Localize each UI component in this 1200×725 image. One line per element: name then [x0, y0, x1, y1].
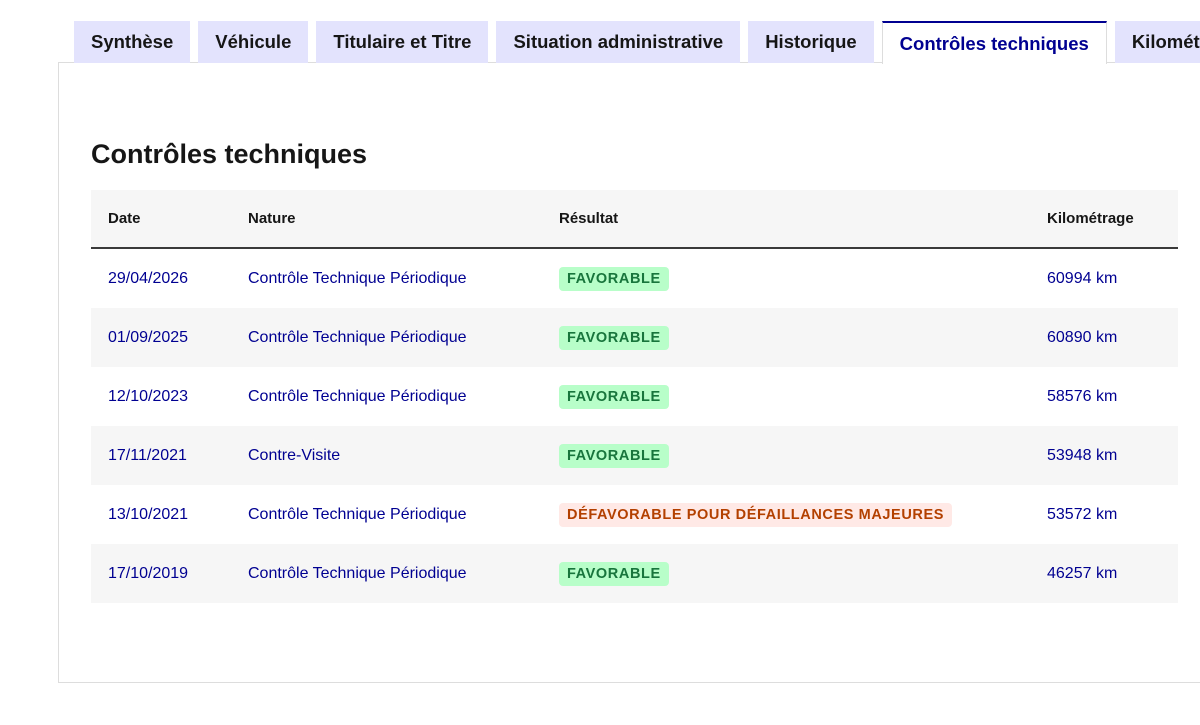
cell-kilometrage: 60890 km: [1047, 328, 1118, 346]
cell-result: DÉFAVORABLE POUR DÉFAILLANCES MAJEURES: [559, 485, 953, 544]
cell-result: FAVORABLE: [559, 367, 669, 426]
section-title: Contrôles techniques: [91, 139, 368, 169]
cell-date: 17/10/2019: [108, 564, 189, 582]
status-badge: FAVORABLE: [559, 384, 669, 409]
cell-date: 13/10/2021: [108, 505, 189, 523]
cell-nature: Contrôle Technique Périodique: [248, 269, 467, 287]
cell-nature: Contrôle Technique Périodique: [248, 505, 467, 523]
tab-synthese[interactable]: Synthèse: [74, 21, 191, 63]
controls-table: Date Nature Résultat Kilométrage 29/04/2…: [91, 190, 1178, 603]
status-badge: FAVORABLE: [559, 325, 669, 350]
cell-date: 01/09/2025: [108, 328, 189, 346]
table-row: 17/11/2021 Contre-Visite FAVORABLE 53948…: [91, 426, 1178, 485]
cell-kilometrage: 53572 km: [1047, 505, 1118, 523]
tab-vehicule[interactable]: Véhicule: [198, 21, 309, 63]
status-badge: FAVORABLE: [559, 266, 669, 291]
cell-kilometrage: 60994 km: [1047, 269, 1118, 287]
table-row: 13/10/2021 Contrôle Technique Périodique…: [91, 485, 1178, 544]
tab-historique[interactable]: Historique: [748, 21, 874, 63]
cell-date: 17/11/2021: [108, 446, 187, 464]
header-kilometrage: Kilométrage: [1047, 210, 1134, 227]
status-badge: FAVORABLE: [559, 443, 669, 468]
cell-result: FAVORABLE: [559, 544, 669, 603]
cell-nature: Contrôle Technique Périodique: [248, 564, 467, 582]
table-header: Date Nature Résultat Kilométrage: [91, 190, 1178, 249]
tab-titulaire-et-titre[interactable]: Titulaire et Titre: [316, 21, 489, 63]
cell-date: 29/04/2026: [108, 269, 189, 287]
cell-result: FAVORABLE: [559, 426, 669, 485]
table-row: 12/10/2023 Contrôle Technique Périodique…: [91, 367, 1178, 426]
header-result: Résultat: [559, 210, 619, 227]
status-badge: DÉFAVORABLE POUR DÉFAILLANCES MAJEURES: [559, 502, 953, 527]
table-row: 01/09/2025 Contrôle Technique Périodique…: [91, 308, 1178, 367]
cell-date: 12/10/2023: [108, 387, 189, 405]
header-date: Date: [108, 210, 141, 227]
table-row: 17/10/2019 Contrôle Technique Périodique…: [91, 544, 1178, 603]
table-row: 29/04/2026 Contrôle Technique Périodique…: [91, 249, 1178, 308]
cell-kilometrage: 53948 km: [1047, 446, 1118, 464]
cell-nature: Contrôle Technique Périodique: [248, 328, 467, 346]
tab-bar: Synthèse Véhicule Titulaire et Titre Sit…: [74, 21, 1200, 64]
cell-nature: Contrôle Technique Périodique: [248, 387, 467, 405]
cell-result: FAVORABLE: [559, 249, 669, 308]
tab-controles-techniques[interactable]: Contrôles techniques: [881, 21, 1107, 64]
tab-kilometrage[interactable]: Kilométrage: [1114, 21, 1200, 63]
tab-situation-administrative[interactable]: Situation administrative: [496, 21, 741, 63]
header-nature: Nature: [248, 210, 296, 227]
status-badge: FAVORABLE: [559, 561, 669, 586]
cell-kilometrage: 58576 km: [1047, 387, 1118, 405]
cell-kilometrage: 46257 km: [1047, 564, 1118, 582]
cell-result: FAVORABLE: [559, 308, 669, 367]
cell-nature: Contre-Visite: [248, 446, 341, 464]
